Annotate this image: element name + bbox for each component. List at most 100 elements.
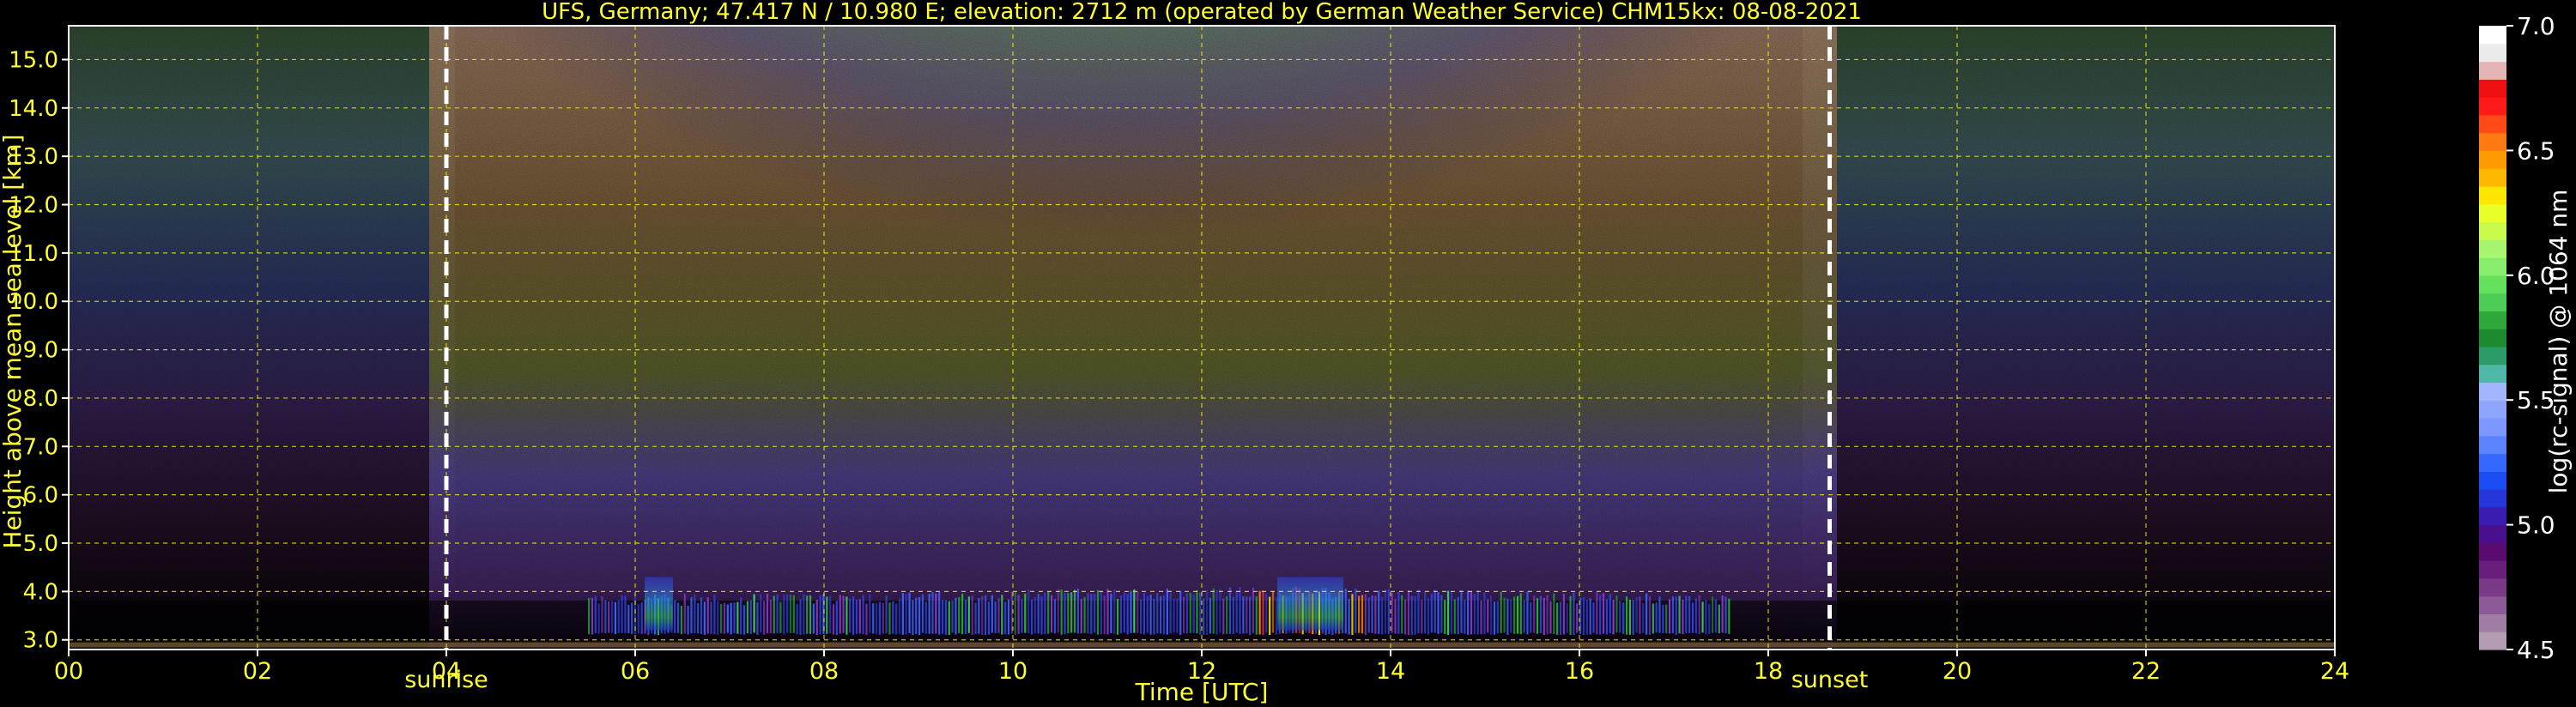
backscatter-streak bbox=[597, 603, 600, 634]
backscatter-streak bbox=[1344, 588, 1347, 634]
backscatter-streak bbox=[852, 596, 855, 635]
backscatter-streak bbox=[1156, 593, 1159, 634]
backscatter-streak bbox=[1691, 602, 1694, 633]
backscatter-streak bbox=[1668, 599, 1671, 634]
colorbar-label: log(rc-signal) @ 1064 nm bbox=[2544, 190, 2573, 494]
x-tick-label: 18 bbox=[1754, 658, 1783, 685]
backscatter-streak bbox=[1476, 590, 1479, 635]
backscatter-streak bbox=[1473, 594, 1476, 635]
backscatter-streak bbox=[776, 594, 779, 633]
colorbar-segment bbox=[2479, 364, 2506, 384]
backscatter-streak bbox=[1047, 590, 1050, 634]
backscatter-streak bbox=[1381, 596, 1384, 635]
backscatter-streak bbox=[1573, 592, 1575, 635]
backscatter-streak bbox=[1430, 593, 1433, 633]
backscatter-streak bbox=[1582, 596, 1585, 636]
backscatter-streak bbox=[869, 594, 871, 634]
colorbar-tick-label: 5.0 bbox=[2517, 511, 2555, 540]
backscatter-streak bbox=[676, 602, 680, 633]
x-tick-label: 04 bbox=[432, 658, 461, 685]
backscatter-streak bbox=[1060, 589, 1063, 635]
backscatter-streak bbox=[1483, 592, 1486, 635]
chart-title: UFS, Germany; 47.417 N / 10.980 E; eleva… bbox=[542, 0, 1862, 25]
colorbar-segment bbox=[2479, 346, 2506, 366]
backscatter-streak bbox=[895, 603, 898, 635]
backscatter-streak bbox=[987, 601, 991, 635]
backscatter-streak bbox=[1040, 595, 1043, 635]
backscatter-streak bbox=[872, 603, 875, 634]
backscatter-streak bbox=[829, 596, 832, 634]
x-tick-label: 08 bbox=[809, 658, 839, 685]
backscatter-streak bbox=[1646, 593, 1648, 635]
backscatter-streak bbox=[1639, 596, 1641, 634]
backscatter-streak bbox=[892, 601, 894, 634]
backscatter-streak bbox=[803, 594, 805, 635]
backscatter-streak bbox=[1239, 587, 1241, 634]
backscatter-streak bbox=[1212, 588, 1215, 634]
backscatter-streak bbox=[961, 593, 964, 635]
backscatter-streak bbox=[1027, 589, 1030, 633]
y-axis-label: Height above mean sea level [km] bbox=[0, 134, 27, 548]
y-tick-label: 14.0 bbox=[9, 96, 58, 122]
backscatter-streak bbox=[1609, 594, 1611, 634]
backscatter-streak bbox=[994, 601, 997, 633]
backscatter-streak bbox=[1130, 590, 1132, 633]
backscatter-streak bbox=[1235, 590, 1238, 633]
backscatter-streak bbox=[948, 601, 950, 636]
backscatter-streak bbox=[1615, 595, 1618, 633]
lidar-backscatter-chart: sunrise sunset 3.04.05.06.07.08.09.010.01… bbox=[0, 0, 2573, 706]
backscatter-streak bbox=[1070, 592, 1073, 633]
backscatter-streak bbox=[799, 599, 802, 635]
backscatter-streak bbox=[1162, 595, 1166, 635]
backscatter-streak bbox=[1506, 598, 1509, 635]
y-tick-label: 3.0 bbox=[23, 628, 58, 654]
backscatter-streak bbox=[1348, 599, 1350, 635]
colorbar-segment bbox=[2479, 221, 2506, 240]
backscatter-streak bbox=[591, 597, 594, 635]
backscatter-streak bbox=[723, 602, 726, 634]
colorbar-segment bbox=[2479, 79, 2506, 98]
backscatter-streak bbox=[1407, 589, 1409, 635]
backscatter-streak bbox=[1160, 595, 1162, 634]
backscatter-streak bbox=[1523, 600, 1525, 633]
backscatter-streak bbox=[1596, 592, 1598, 635]
backscatter-streak bbox=[951, 600, 954, 633]
backscatter-streak bbox=[601, 596, 603, 633]
colorbar-segment bbox=[2479, 595, 2506, 615]
colorbar-segment bbox=[2479, 293, 2506, 311]
backscatter-streak bbox=[624, 595, 627, 634]
backscatter-streak bbox=[1037, 594, 1039, 634]
backscatter-streak bbox=[617, 600, 620, 633]
backscatter-streak bbox=[974, 602, 977, 635]
backscatter-streak bbox=[779, 601, 782, 633]
backscatter-streak bbox=[1688, 595, 1691, 633]
backscatter-streak bbox=[1530, 601, 1532, 633]
backscatter-streak bbox=[1658, 596, 1661, 633]
backscatter-streak bbox=[1096, 589, 1100, 635]
backscatter-streak bbox=[958, 597, 961, 634]
backscatter-streak bbox=[1724, 596, 1727, 634]
backscatter-streak bbox=[1440, 595, 1443, 633]
x-tick-label: 14 bbox=[1376, 658, 1405, 685]
backscatter-streak bbox=[687, 605, 689, 635]
backscatter-streak bbox=[1708, 604, 1711, 634]
backscatter-streak bbox=[640, 602, 643, 634]
colorbar-segment bbox=[2479, 185, 2506, 205]
backscatter-streak bbox=[1546, 595, 1549, 635]
backscatter-streak bbox=[1589, 598, 1591, 635]
backscatter-streak bbox=[1166, 588, 1168, 635]
backscatter-streak bbox=[1374, 595, 1377, 634]
colorbar-segment bbox=[2479, 631, 2506, 650]
backscatter-streak bbox=[865, 603, 868, 636]
colorbar-segment bbox=[2479, 257, 2506, 276]
backscatter-streak bbox=[1605, 599, 1608, 635]
backscatter-streak bbox=[1602, 593, 1605, 634]
backscatter-streak bbox=[1024, 593, 1027, 633]
sunset-label: sunset bbox=[1791, 667, 1869, 693]
backscatter-streak bbox=[697, 602, 700, 634]
backscatter-streak bbox=[1453, 599, 1456, 634]
backscatter-streak bbox=[1080, 598, 1082, 634]
backscatter-streak bbox=[1457, 597, 1459, 635]
backscatter-streak bbox=[1500, 591, 1502, 633]
colorbar-segment bbox=[2479, 203, 2506, 223]
